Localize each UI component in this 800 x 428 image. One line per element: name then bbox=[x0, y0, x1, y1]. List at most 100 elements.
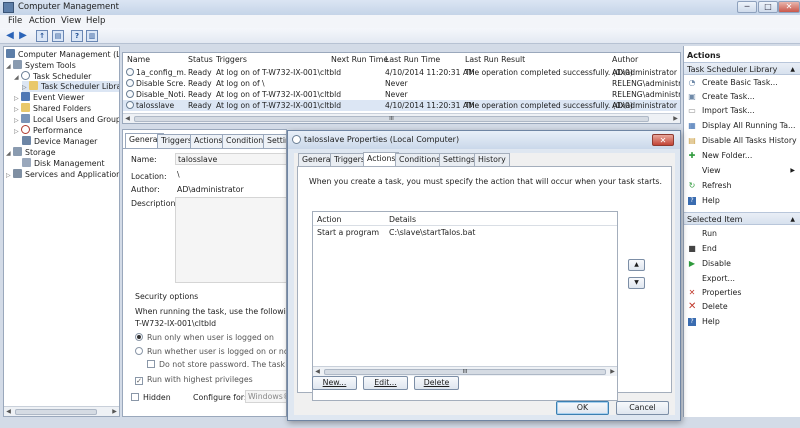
tree-item-disk-management[interactable]: Disk Management bbox=[22, 158, 105, 169]
task-row[interactable]: 1a_config_m... Ready At log on of T-W732… bbox=[123, 67, 680, 78]
edit-action-button[interactable]: Edit... bbox=[363, 376, 408, 390]
scroll-left-icon[interactable]: ◀ bbox=[4, 407, 13, 416]
tree-item-services-applications[interactable]: ▷ Services and Applications bbox=[6, 169, 119, 181]
expand-arrow-icon[interactable]: ▷ bbox=[14, 126, 21, 137]
forward-arrow-icon[interactable]: ▶ bbox=[17, 30, 29, 42]
maximize-button[interactable]: □ bbox=[758, 1, 778, 13]
scroll-left-icon[interactable]: ◀ bbox=[123, 114, 132, 123]
action-help-selected[interactable]: ? Help bbox=[684, 315, 800, 329]
close-button[interactable]: ✕ bbox=[778, 1, 800, 13]
column-header-status[interactable]: Status bbox=[188, 55, 213, 64]
column-header-last-run[interactable]: Last Run Time bbox=[385, 55, 440, 64]
action-export[interactable]: Export... bbox=[684, 272, 800, 286]
collapse-caret-icon[interactable]: ▲ bbox=[790, 63, 795, 76]
help-icon[interactable]: ? bbox=[71, 30, 83, 42]
move-up-button[interactable]: ▲ bbox=[628, 259, 645, 271]
cancel-button[interactable]: Cancel bbox=[616, 401, 669, 415]
task-row-selected[interactable]: talosslave Ready At log on of T-W732-IX-… bbox=[123, 100, 680, 111]
tree-item-storage[interactable]: ◢ Storage bbox=[6, 147, 56, 158]
ok-button[interactable]: OK bbox=[556, 401, 609, 415]
dialog-close-button[interactable]: ✕ bbox=[652, 134, 674, 146]
grid-header-details[interactable]: Details bbox=[389, 215, 416, 224]
show-hide-tree-icon[interactable]: ▤ bbox=[52, 30, 64, 42]
scroll-left-icon[interactable]: ◀ bbox=[313, 367, 322, 376]
action-properties[interactable]: ✕ Properties bbox=[684, 286, 800, 300]
menu-file[interactable]: File bbox=[8, 16, 22, 26]
tree-horizontal-scrollbar[interactable]: ◀ ▶ bbox=[4, 406, 119, 416]
section-task-scheduler-library[interactable]: Task Scheduler Library ▲ bbox=[684, 62, 800, 75]
menu-action[interactable]: Action bbox=[29, 16, 56, 26]
up-folder-icon[interactable]: ↑ bbox=[36, 30, 48, 42]
actions-grid-scrollbar[interactable]: ◀ III ▶ bbox=[313, 366, 617, 376]
action-disable-history[interactable]: ▤ Disable All Tasks History bbox=[684, 134, 800, 148]
action-help[interactable]: ? Help bbox=[684, 194, 800, 208]
expand-arrow-icon[interactable]: ▷ bbox=[6, 170, 13, 181]
scroll-right-icon[interactable]: ▶ bbox=[671, 114, 680, 123]
task-row[interactable]: Disable Scre... Ready At log on of \ Nev… bbox=[123, 78, 680, 89]
minimize-button[interactable]: ─ bbox=[737, 1, 757, 13]
tree-item-shared-folders[interactable]: ▷ Shared Folders bbox=[14, 103, 91, 114]
configure-for-select[interactable]: Windows® bbox=[245, 390, 286, 403]
menu-help[interactable]: Help bbox=[86, 16, 105, 26]
task-list-horizontal-scrollbar[interactable]: ◀ III ▶ bbox=[123, 113, 680, 123]
menu-view[interactable]: View bbox=[61, 16, 81, 26]
action-run[interactable]: Run bbox=[684, 227, 800, 241]
scroll-thumb[interactable]: III bbox=[134, 116, 649, 122]
action-refresh[interactable]: ↻ Refresh bbox=[684, 179, 800, 193]
collapse-caret-icon[interactable]: ▲ bbox=[790, 213, 795, 226]
collapse-arrow-icon[interactable]: ◢ bbox=[6, 61, 13, 72]
services-icon bbox=[13, 169, 22, 178]
action-view[interactable]: View ▶ bbox=[684, 164, 800, 178]
action-disable[interactable]: ▶ Disable bbox=[684, 257, 800, 271]
tree-item-local-users-groups[interactable]: ▷ Local Users and Groups bbox=[14, 114, 119, 125]
checkbox-highest-privileges[interactable]: ✓ bbox=[135, 377, 143, 385]
tree-item-task-scheduler-library[interactable]: ▷ Task Scheduler Libra bbox=[22, 81, 119, 92]
tree-item-event-viewer[interactable]: ▷ Event Viewer bbox=[14, 92, 84, 103]
window-title: Computer Management bbox=[18, 2, 119, 12]
tree-item-system-tools[interactable]: ◢ System Tools bbox=[6, 60, 76, 71]
checkbox-do-not-store[interactable] bbox=[147, 360, 155, 368]
dialog-tab-history[interactable]: History bbox=[474, 153, 510, 166]
column-header-name[interactable]: Name bbox=[127, 55, 150, 64]
scroll-thumb[interactable]: III bbox=[324, 369, 606, 375]
tree-item-performance[interactable]: ▷ Performance bbox=[14, 125, 82, 136]
column-header-last-result[interactable]: Last Run Result bbox=[465, 55, 525, 64]
dialog-tab-actions[interactable]: Actions bbox=[363, 152, 400, 166]
scroll-thumb[interactable] bbox=[15, 409, 97, 415]
action-new-folder[interactable]: ✚ New Folder... bbox=[684, 149, 800, 163]
column-header-triggers[interactable]: Triggers bbox=[216, 55, 247, 64]
delete-action-button[interactable]: Delete bbox=[414, 376, 459, 390]
new-action-button[interactable]: New... bbox=[312, 376, 357, 390]
action-delete[interactable]: ✕ Delete bbox=[684, 300, 800, 314]
tab-settings[interactable]: Settin bbox=[263, 134, 286, 148]
tree-item-device-manager[interactable]: Device Manager bbox=[22, 136, 97, 147]
collapse-arrow-icon[interactable]: ◢ bbox=[6, 148, 13, 159]
collapse-arrow-icon[interactable]: ◢ bbox=[14, 72, 21, 83]
back-arrow-icon[interactable]: ◀ bbox=[4, 30, 16, 42]
column-header-next-run[interactable]: Next Run Time bbox=[331, 55, 388, 64]
checkbox-hidden[interactable] bbox=[131, 393, 139, 401]
description-field[interactable] bbox=[175, 197, 286, 283]
name-field[interactable]: talosslave bbox=[175, 153, 286, 165]
scroll-right-icon[interactable]: ▶ bbox=[110, 407, 119, 416]
radio-run-whether[interactable] bbox=[135, 347, 143, 355]
disable-history-icon: ▤ bbox=[688, 136, 696, 145]
action-display-running[interactable]: ▦ Display All Running Ta... bbox=[684, 119, 800, 133]
show-hide-action-pane-icon[interactable]: ▥ bbox=[86, 30, 98, 42]
tab-actions[interactable]: Actions bbox=[190, 134, 227, 148]
grid-header-action[interactable]: Action bbox=[317, 215, 341, 224]
move-down-button[interactable]: ▼ bbox=[628, 277, 645, 289]
tree-item-computer-management[interactable]: Computer Management (Local bbox=[6, 49, 119, 60]
action-create-basic-task[interactable]: ◔ Create Basic Task... bbox=[684, 76, 800, 90]
action-import-task[interactable]: ▭ Import Task... bbox=[684, 104, 800, 118]
section-selected-item[interactable]: Selected Item ▲ bbox=[684, 212, 800, 225]
dialog-tab-settings[interactable]: Settings bbox=[439, 153, 479, 166]
column-header-author[interactable]: Author bbox=[612, 55, 638, 64]
scroll-right-icon[interactable]: ▶ bbox=[608, 367, 617, 376]
action-create-task[interactable]: ▣ Create Task... bbox=[684, 90, 800, 104]
radio-run-logged-on[interactable] bbox=[135, 333, 143, 341]
action-end[interactable]: ■ End bbox=[684, 242, 800, 256]
task-row[interactable]: Disable_Noti... Ready At log on of T-W73… bbox=[123, 89, 680, 100]
action-row[interactable]: Start a program C:\slave\startTalos.bat bbox=[313, 227, 617, 239]
dialog-tab-conditions[interactable]: Conditions bbox=[395, 153, 445, 166]
